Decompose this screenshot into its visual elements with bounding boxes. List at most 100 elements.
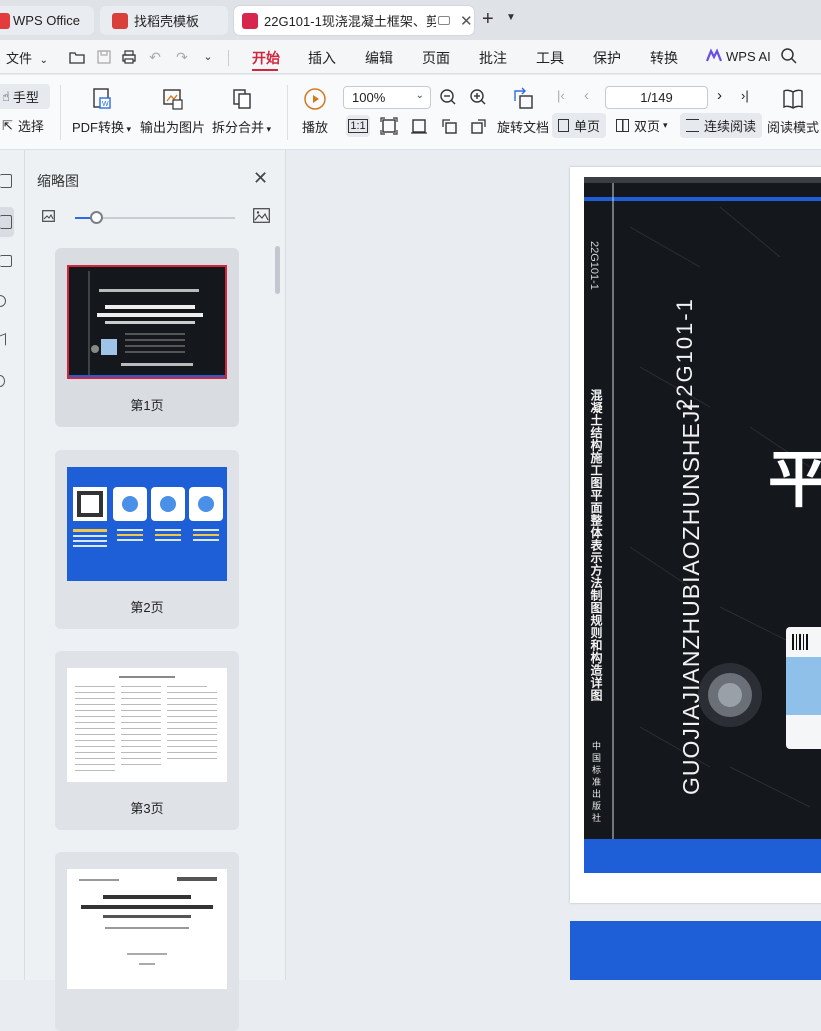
menu-tab-edit[interactable]: 编辑 bbox=[365, 48, 393, 68]
rotate-right-icon[interactable] bbox=[470, 117, 488, 135]
zoom-select[interactable]: 100% ⌄ bbox=[343, 86, 431, 109]
reading-mode-button[interactable]: 阅读模式 bbox=[767, 87, 819, 136]
thumbnail-panel-title: 缩略图 bbox=[37, 173, 79, 189]
fit-width-icon[interactable] bbox=[410, 117, 428, 135]
double-page-button[interactable]: 双页 ▾ bbox=[616, 116, 668, 135]
reading-mode-label: 阅读模式 bbox=[767, 120, 820, 135]
next-page-icon[interactable]: › bbox=[717, 87, 722, 104]
small-image-icon[interactable] bbox=[42, 210, 55, 222]
export-image-button[interactable]: 输出为图片 bbox=[140, 87, 205, 136]
thumbnail-page-3[interactable]: 第3页 bbox=[55, 651, 239, 830]
thumbnail-panel-icon[interactable] bbox=[0, 215, 12, 229]
signature-panel-icon[interactable] bbox=[0, 375, 5, 387]
thumbnail-panel: 缩略图 ✕ 第1页 第2页 第3页 bbox=[25, 150, 286, 1031]
pdf-convert-label: PDF转换 bbox=[72, 120, 125, 135]
thumbnail-scrollbar[interactable] bbox=[275, 246, 280, 294]
document-page-1: 22G101-1 混凝土结构施工图平面整体表示方法制图规则和构造详图 中国标准出… bbox=[570, 167, 821, 903]
chevron-down-icon[interactable]: ▼ bbox=[506, 12, 516, 23]
continuous-reading-label: 连续阅读 bbox=[704, 119, 757, 134]
page-4-preview bbox=[67, 869, 227, 989]
tab-templates[interactable]: 找稻壳模板 bbox=[100, 6, 228, 35]
spine-code: 22G101-1 bbox=[588, 241, 600, 290]
actual-size-icon: 1:1 bbox=[348, 119, 368, 133]
page-3-preview bbox=[67, 668, 227, 782]
thumbnail-page-1[interactable]: 第1页 bbox=[55, 248, 239, 427]
fit-page-icon[interactable] bbox=[380, 117, 398, 135]
print-icon[interactable] bbox=[121, 49, 137, 65]
chevron-down-icon: ⌄ bbox=[415, 90, 424, 101]
file-menu-label: 文件 bbox=[6, 51, 33, 66]
rotate-left-icon[interactable] bbox=[440, 117, 458, 135]
pdf-file-icon bbox=[242, 12, 258, 29]
text-page-miniature bbox=[67, 668, 227, 782]
undo-icon[interactable]: ↶ bbox=[147, 49, 163, 65]
search-panel-icon[interactable] bbox=[0, 295, 6, 307]
tab-document[interactable]: 22G101-1现浇混凝土框架、剪力墙、梁、板 ✕ bbox=[234, 6, 474, 35]
thumbnail-label: 第1页 bbox=[130, 398, 164, 413]
close-panel-icon[interactable]: ✕ bbox=[253, 168, 268, 189]
rotate-document-icon bbox=[514, 87, 533, 109]
pdf-convert-button[interactable]: W PDF转换 ▾ bbox=[72, 87, 131, 136]
file-menu-button[interactable]: 文件 ⌄ bbox=[6, 48, 48, 67]
attachment-panel-icon[interactable] bbox=[0, 333, 6, 349]
menu-tab-insert[interactable]: 插入 bbox=[308, 48, 336, 68]
thumbnail-page-4[interactable] bbox=[55, 852, 239, 1031]
annotation-panel-icon[interactable] bbox=[0, 255, 12, 267]
zoom-out-icon[interactable] bbox=[439, 88, 457, 106]
export-image-icon bbox=[162, 89, 183, 110]
actual-size-button[interactable]: 1:1 bbox=[346, 115, 370, 137]
play-button[interactable]: 播放 bbox=[302, 87, 328, 136]
open-folder-icon[interactable] bbox=[69, 49, 85, 65]
title-page-miniature bbox=[67, 869, 227, 989]
hand-tool-button[interactable]: ☝ 手型 bbox=[0, 84, 50, 109]
menu-tab-start[interactable]: 开始 bbox=[252, 48, 280, 68]
new-tab-button[interactable]: + bbox=[482, 8, 494, 31]
bookmark-panel-icon[interactable] bbox=[0, 174, 12, 188]
rotate-document-label: 旋转文档 bbox=[497, 120, 550, 135]
menu-tab-tools[interactable]: 工具 bbox=[536, 48, 564, 68]
close-tab-icon[interactable]: ✕ bbox=[460, 12, 473, 30]
save-icon[interactable] bbox=[96, 49, 112, 65]
ribbon-toolbar: ☝ 手型 ⇱ 选择 W PDF转换 ▾ 输出为图片 拆分合并 ▾ 播放 100%… bbox=[0, 75, 821, 150]
first-page-icon[interactable]: |‹ bbox=[557, 88, 565, 103]
slider-handle[interactable] bbox=[89, 211, 103, 224]
tab-label: 找稻壳模板 bbox=[134, 14, 200, 29]
thumbnail-label: 第2页 bbox=[130, 600, 164, 615]
single-page-button[interactable]: 单页 bbox=[552, 113, 607, 138]
menu-tab-protect[interactable]: 保护 bbox=[593, 48, 621, 68]
continuous-reading-button[interactable]: 连续阅读 bbox=[680, 113, 763, 138]
menu-tab-annotate[interactable]: 批注 bbox=[479, 48, 507, 68]
single-page-label: 单页 bbox=[574, 119, 601, 134]
wps-ai-button[interactable]: WPS AI bbox=[726, 49, 771, 64]
redo-icon[interactable]: ↷ bbox=[174, 49, 190, 65]
prev-page-icon[interactable]: ‹ bbox=[584, 87, 589, 104]
chevron-down-icon[interactable]: ⌄ bbox=[200, 49, 216, 65]
select-tool-button[interactable]: ⇱ 选择 bbox=[2, 116, 44, 135]
spine-pinyin: GUOJIAJIANZHUBIAOZHUNSHEJI bbox=[678, 402, 704, 795]
last-page-icon[interactable]: ›| bbox=[741, 88, 749, 103]
page-number-input[interactable]: 1/149 bbox=[605, 86, 708, 109]
double-page-icon bbox=[616, 119, 629, 132]
rotate-document-button[interactable]: 旋转文档 bbox=[497, 87, 549, 136]
menu-tab-convert[interactable]: 转换 bbox=[650, 48, 678, 68]
split-merge-icon bbox=[232, 89, 251, 109]
svg-text:W: W bbox=[102, 101, 109, 108]
chevron-down-icon: ⌄ bbox=[39, 55, 49, 66]
document-page-2 bbox=[570, 921, 821, 980]
menu-tab-page[interactable]: 页面 bbox=[422, 48, 450, 68]
zoom-in-icon[interactable] bbox=[469, 88, 487, 106]
cover-miniature bbox=[69, 267, 225, 377]
tab-wps-office[interactable]: WPS Office bbox=[0, 6, 94, 35]
search-icon[interactable] bbox=[780, 47, 798, 65]
hand-tool-label: 手型 bbox=[12, 90, 39, 105]
document-view[interactable]: 22G101-1 混凝土结构施工图平面整体表示方法制图规则和构造详图 中国标准出… bbox=[286, 150, 821, 980]
window-icon[interactable] bbox=[438, 16, 450, 25]
thumbnail-page-2[interactable]: 第2页 bbox=[55, 450, 239, 629]
large-image-icon[interactable] bbox=[253, 208, 270, 223]
split-merge-button[interactable]: 拆分合并 ▾ bbox=[212, 87, 271, 136]
divider bbox=[60, 85, 61, 140]
continuous-reading-icon bbox=[686, 119, 699, 132]
cursor-arrow-icon: ⇱ bbox=[2, 117, 13, 133]
hand-icon: ☝ bbox=[2, 88, 10, 104]
cover-std-code: 22G101-1 bbox=[672, 297, 697, 411]
